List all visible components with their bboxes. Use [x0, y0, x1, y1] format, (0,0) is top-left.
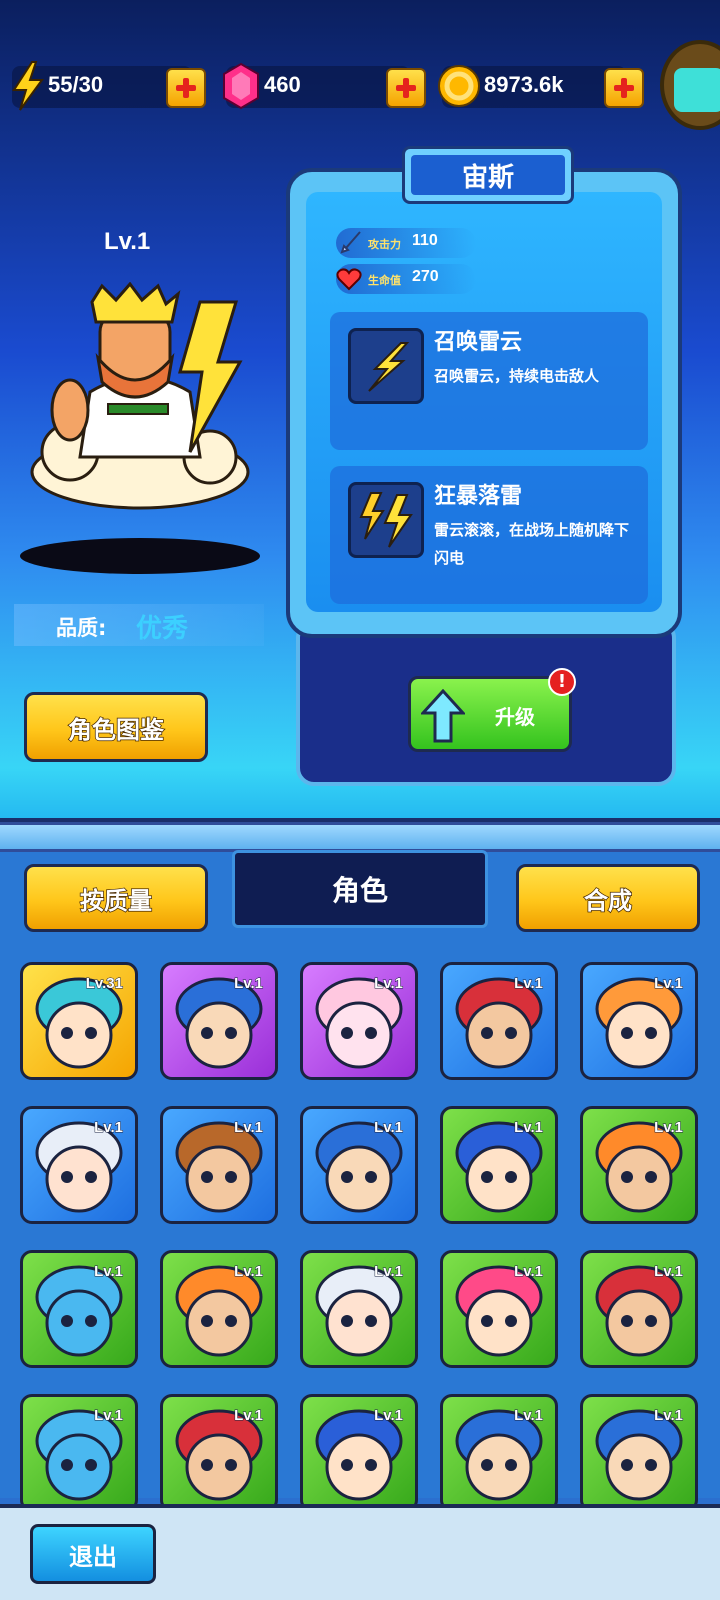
hero-card[interactable]: Lv.1 — [300, 962, 418, 1080]
hero-card-level: Lv.1 — [654, 975, 684, 993]
hero-card-level: Lv.1 — [374, 975, 404, 993]
hero-card[interactable]: Lv.1 — [160, 1106, 278, 1224]
upgrade-button[interactable]: 升级 — [408, 676, 572, 752]
roster-title: 角色 — [232, 850, 488, 928]
hero-card[interactable]: Lv.1 — [20, 1394, 138, 1512]
skill-name-2: 狂暴落雷 — [434, 484, 523, 509]
hero-card[interactable]: Lv.1 — [300, 1250, 418, 1368]
merge-label: 合成 — [583, 886, 633, 916]
gold-value: 8973.6k — [484, 72, 564, 97]
hero-card[interactable]: Lv.1 — [160, 962, 278, 1080]
skill-card-1[interactable]: 召唤雷云 召唤雷云，持续电击敌人 — [330, 312, 648, 450]
hero-card-level: Lv.1 — [514, 1119, 544, 1137]
hero-card-level: Lv.1 — [374, 1119, 404, 1137]
hp-value: 270 — [412, 268, 439, 285]
upgrade-label: 升级 — [495, 705, 535, 729]
add-gold-button[interactable] — [604, 68, 644, 108]
alert-badge: ! — [548, 668, 576, 696]
hero-card[interactable]: Lv.1 — [160, 1394, 278, 1512]
codex-button[interactable]: 角色图鉴 — [24, 692, 208, 762]
merge-button[interactable]: 合成 — [516, 864, 700, 932]
lightning-skill-icon — [348, 328, 424, 404]
hero-card-level: Lv.1 — [234, 1119, 264, 1137]
hero-card[interactable]: Lv.1 — [580, 1394, 698, 1512]
hero-card-level: Lv.1 — [374, 1263, 404, 1281]
attack-value: 110 — [412, 232, 438, 249]
skill-desc-1: 召唤雷云，持续电击敌人 — [434, 367, 600, 385]
codex-button-label: 角色图鉴 — [67, 715, 165, 745]
arrow-up-icon — [421, 689, 465, 743]
hero-card-level: Lv.31 — [85, 975, 123, 993]
hero-card[interactable]: Lv.1 — [580, 1250, 698, 1368]
hero-card-level: Lv.1 — [654, 1119, 684, 1137]
hero-card-level: Lv.1 — [654, 1263, 684, 1281]
exit-button[interactable]: 退出 — [30, 1524, 156, 1584]
gold-bar: 8973.6k — [438, 65, 626, 108]
hero-card[interactable]: Lv.1 — [300, 1106, 418, 1224]
coin-icon — [438, 65, 480, 107]
hp-stat: 生命值 270 — [336, 264, 476, 294]
hero-card[interactable]: Lv.1 — [440, 1250, 558, 1368]
roster-rail — [0, 822, 720, 852]
attack-stat: 攻击力 110 — [336, 228, 476, 258]
quality-value: 优秀 — [136, 614, 189, 644]
hero-portrait — [30, 282, 250, 510]
lightning-icon — [12, 61, 44, 111]
hero-card-level: Lv.1 — [374, 1407, 404, 1425]
hero-card[interactable]: Lv.1 — [160, 1250, 278, 1368]
heart-icon — [336, 268, 362, 291]
hero-card-level: Lv.1 — [514, 975, 544, 993]
hero-card-level: Lv.1 — [234, 1407, 264, 1425]
hp-label: 生命值 — [368, 274, 401, 287]
hero-card[interactable]: Lv.1 — [20, 1250, 138, 1368]
hero-level: Lv.1 — [104, 228, 151, 255]
hero-card[interactable]: Lv.1 — [440, 1394, 558, 1512]
hero-card[interactable]: Lv.1 — [580, 1106, 698, 1224]
hero-name: 宙斯 — [411, 155, 565, 195]
hero-card[interactable]: Lv.1 — [580, 962, 698, 1080]
attack-label: 攻击力 — [368, 238, 401, 251]
hero-card-level: Lv.1 — [94, 1263, 124, 1281]
sword-icon — [340, 231, 361, 254]
thunder-storm-icon — [348, 482, 424, 558]
hero-card[interactable]: Lv.1 — [440, 1106, 558, 1224]
hero-card-level: Lv.1 — [514, 1263, 544, 1281]
hero-card[interactable]: Lv.1 — [300, 1394, 418, 1512]
hero-shadow — [20, 538, 260, 574]
gem-icon — [223, 62, 259, 110]
skill-desc-2: 雷云滚滚，在战场上随机降下闪电 — [434, 521, 630, 567]
hero-card-level: Lv.1 — [514, 1407, 544, 1425]
hero-card-level: Lv.1 — [94, 1407, 124, 1425]
skill-name-1: 召唤雷云 — [434, 330, 523, 355]
hero-card-level: Lv.1 — [234, 1263, 264, 1281]
hero-card[interactable]: Lv.1 — [20, 1106, 138, 1224]
gem-value: 460 — [264, 72, 301, 97]
event-icon[interactable] — [660, 40, 720, 130]
sort-quality-button[interactable]: 按质量 — [24, 864, 208, 932]
energy-bar: 55/30 — [12, 61, 192, 111]
hero-card-level: Lv.1 — [234, 975, 264, 993]
add-energy-button[interactable] — [166, 68, 206, 108]
hero-card-level: Lv.1 — [654, 1407, 684, 1425]
gem-bar: 460 — [223, 62, 410, 110]
character-screen: 55/30 460 8973.6k Lv.1 品质: 优秀 角色图鉴 宙斯 攻击… — [0, 0, 720, 1600]
quality-row: 品质: 优秀 — [14, 604, 264, 646]
hero-card[interactable]: Lv.31 — [20, 962, 138, 1080]
hero-name-plate: 宙斯 — [402, 146, 574, 204]
exit-label: 退出 — [69, 1542, 117, 1571]
add-gem-button[interactable] — [386, 68, 426, 108]
quality-label: 品质: — [56, 616, 107, 640]
hero-card-level: Lv.1 — [94, 1119, 124, 1137]
energy-value: 55/30 — [48, 72, 104, 97]
skill-card-2[interactable]: 狂暴落雷 雷云滚滚，在战场上随机降下闪电 — [330, 466, 648, 604]
sort-quality-label: 按质量 — [79, 886, 153, 916]
hero-card[interactable]: Lv.1 — [440, 962, 558, 1080]
